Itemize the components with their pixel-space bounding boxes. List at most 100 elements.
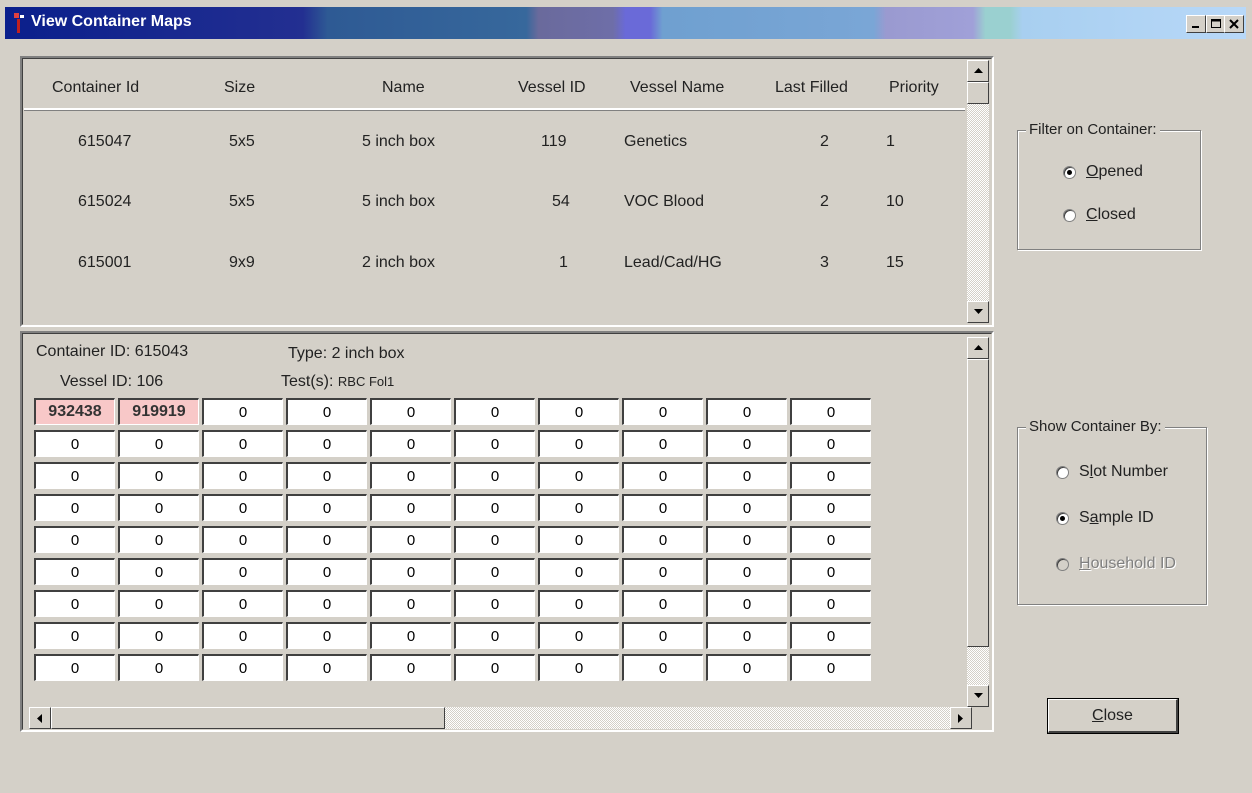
column-header-name[interactable]: Name — [382, 79, 425, 97]
slot-cell[interactable]: 0 — [286, 494, 367, 521]
slot-cell[interactable]: 0 — [622, 558, 703, 585]
slot-cell[interactable]: 0 — [454, 654, 535, 681]
scroll-thumb[interactable] — [967, 359, 989, 647]
slot-cell[interactable]: 0 — [706, 622, 787, 649]
slot-cell[interactable]: 0 — [454, 494, 535, 521]
scroll-left-button[interactable] — [29, 707, 51, 729]
slot-cell[interactable]: 0 — [202, 558, 283, 585]
minimize-button[interactable] — [1186, 15, 1206, 33]
slot-cell[interactable]: 0 — [538, 558, 619, 585]
table-vertical-scrollbar[interactable] — [967, 60, 989, 323]
slot-cell[interactable]: 0 — [34, 462, 115, 489]
scroll-up-button[interactable] — [967, 60, 989, 82]
slot-cell[interactable]: 0 — [34, 494, 115, 521]
slot-cell[interactable]: 0 — [118, 654, 199, 681]
radio-indicator[interactable] — [1056, 511, 1069, 525]
slot-cell[interactable]: 0 — [622, 622, 703, 649]
slot-cell[interactable]: 0 — [202, 430, 283, 457]
scroll-right-button[interactable] — [950, 707, 972, 729]
slot-cell[interactable]: 0 — [790, 494, 871, 521]
slot-cell[interactable]: 0 — [454, 558, 535, 585]
slot-cell[interactable]: 0 — [34, 430, 115, 457]
slot-cell[interactable]: 0 — [202, 590, 283, 617]
slot-cell[interactable]: 0 — [538, 622, 619, 649]
slot-cell[interactable]: 0 — [370, 654, 451, 681]
slot-cell[interactable]: 0 — [286, 398, 367, 425]
column-header-container-id[interactable]: Container Id — [52, 79, 139, 97]
slot-cell[interactable]: 0 — [370, 462, 451, 489]
slot-cell[interactable]: 0 — [790, 430, 871, 457]
slot-cell[interactable]: 0 — [118, 590, 199, 617]
scroll-up-button[interactable] — [967, 337, 989, 359]
slot-cell[interactable]: 0 — [286, 654, 367, 681]
slot-cell[interactable]: 0 — [118, 526, 199, 553]
close-window-button[interactable] — [1224, 15, 1244, 33]
column-header-size[interactable]: Size — [224, 79, 255, 97]
slot-cell[interactable]: 0 — [370, 494, 451, 521]
slot-cell[interactable]: 0 — [202, 622, 283, 649]
slot-cell[interactable]: 0 — [202, 494, 283, 521]
slot-cell[interactable]: 0 — [286, 590, 367, 617]
slot-cell[interactable]: 0 — [622, 590, 703, 617]
slot-cell[interactable]: 0 — [622, 526, 703, 553]
slot-number-radio[interactable]: Slot Number — [1056, 463, 1168, 481]
slot-cell[interactable]: 0 — [118, 430, 199, 457]
slot-cell[interactable]: 0 — [454, 526, 535, 553]
title-bar[interactable]: View Container Maps — [5, 7, 1246, 39]
sample-id-radio[interactable]: Sample ID — [1056, 509, 1154, 527]
slot-cell[interactable]: 0 — [538, 430, 619, 457]
slot-cell[interactable]: 0 — [538, 590, 619, 617]
slot-cell[interactable]: 0 — [790, 398, 871, 425]
slot-cell[interactable]: 0 — [790, 462, 871, 489]
slot-cell[interactable]: 0 — [34, 654, 115, 681]
slot-cell[interactable]: 0 — [790, 590, 871, 617]
slot-cell[interactable]: 0 — [370, 558, 451, 585]
slot-cell[interactable]: 0 — [286, 558, 367, 585]
slot-cell[interactable]: 0 — [454, 462, 535, 489]
slot-cell[interactable]: 0 — [34, 622, 115, 649]
scroll-thumb[interactable] — [51, 707, 445, 729]
slot-cell[interactable]: 0 — [706, 654, 787, 681]
slot-cell[interactable]: 0 — [538, 494, 619, 521]
slot-cell[interactable]: 0 — [286, 526, 367, 553]
slot-cell[interactable]: 0 — [118, 558, 199, 585]
slot-cell[interactable]: 0 — [706, 462, 787, 489]
scroll-down-button[interactable] — [967, 685, 989, 707]
slot-cell[interactable]: 0 — [454, 590, 535, 617]
closed-radio[interactable]: Closed — [1063, 206, 1136, 224]
slot-cell[interactable]: 0 — [790, 654, 871, 681]
slot-cell[interactable]: 0 — [286, 622, 367, 649]
maximize-button[interactable] — [1206, 15, 1226, 33]
radio-indicator[interactable] — [1063, 165, 1076, 179]
map-vertical-scrollbar[interactable] — [967, 337, 989, 707]
close-button[interactable]: Close — [1048, 699, 1178, 733]
slot-cell[interactable]: 0 — [790, 622, 871, 649]
slot-cell[interactable]: 0 — [202, 462, 283, 489]
slot-cell[interactable]: 0 — [286, 430, 367, 457]
slot-cell[interactable]: 0 — [370, 590, 451, 617]
slot-cell[interactable]: 0 — [286, 462, 367, 489]
slot-cell[interactable]: 0 — [34, 558, 115, 585]
column-header-last-filled[interactable]: Last Filled — [775, 79, 848, 97]
slot-cell[interactable]: 0 — [370, 526, 451, 553]
slot-cell[interactable]: 0 — [706, 494, 787, 521]
column-header-vessel-name[interactable]: Vessel Name — [630, 79, 724, 97]
slot-cell[interactable]: 0 — [790, 558, 871, 585]
radio-indicator[interactable] — [1056, 465, 1069, 479]
slot-cell[interactable]: 0 — [34, 590, 115, 617]
slot-cell[interactable]: 0 — [622, 494, 703, 521]
slot-cell[interactable]: 0 — [202, 654, 283, 681]
slot-cell[interactable]: 0 — [622, 430, 703, 457]
slot-cell[interactable]: 0 — [622, 398, 703, 425]
slot-cell[interactable]: 0 — [454, 622, 535, 649]
slot-cell[interactable]: 0 — [538, 654, 619, 681]
slot-cell[interactable]: 0 — [706, 398, 787, 425]
slot-cell[interactable]: 0 — [118, 462, 199, 489]
slot-cell[interactable]: 0 — [706, 526, 787, 553]
slot-cell[interactable]: 0 — [790, 526, 871, 553]
slot-cell[interactable]: 0 — [538, 398, 619, 425]
column-header-vessel-id[interactable]: Vessel ID — [518, 79, 586, 97]
slot-cell[interactable]: 0 — [370, 622, 451, 649]
slot-cell[interactable]: 0 — [118, 494, 199, 521]
slot-cell[interactable]: 0 — [370, 398, 451, 425]
